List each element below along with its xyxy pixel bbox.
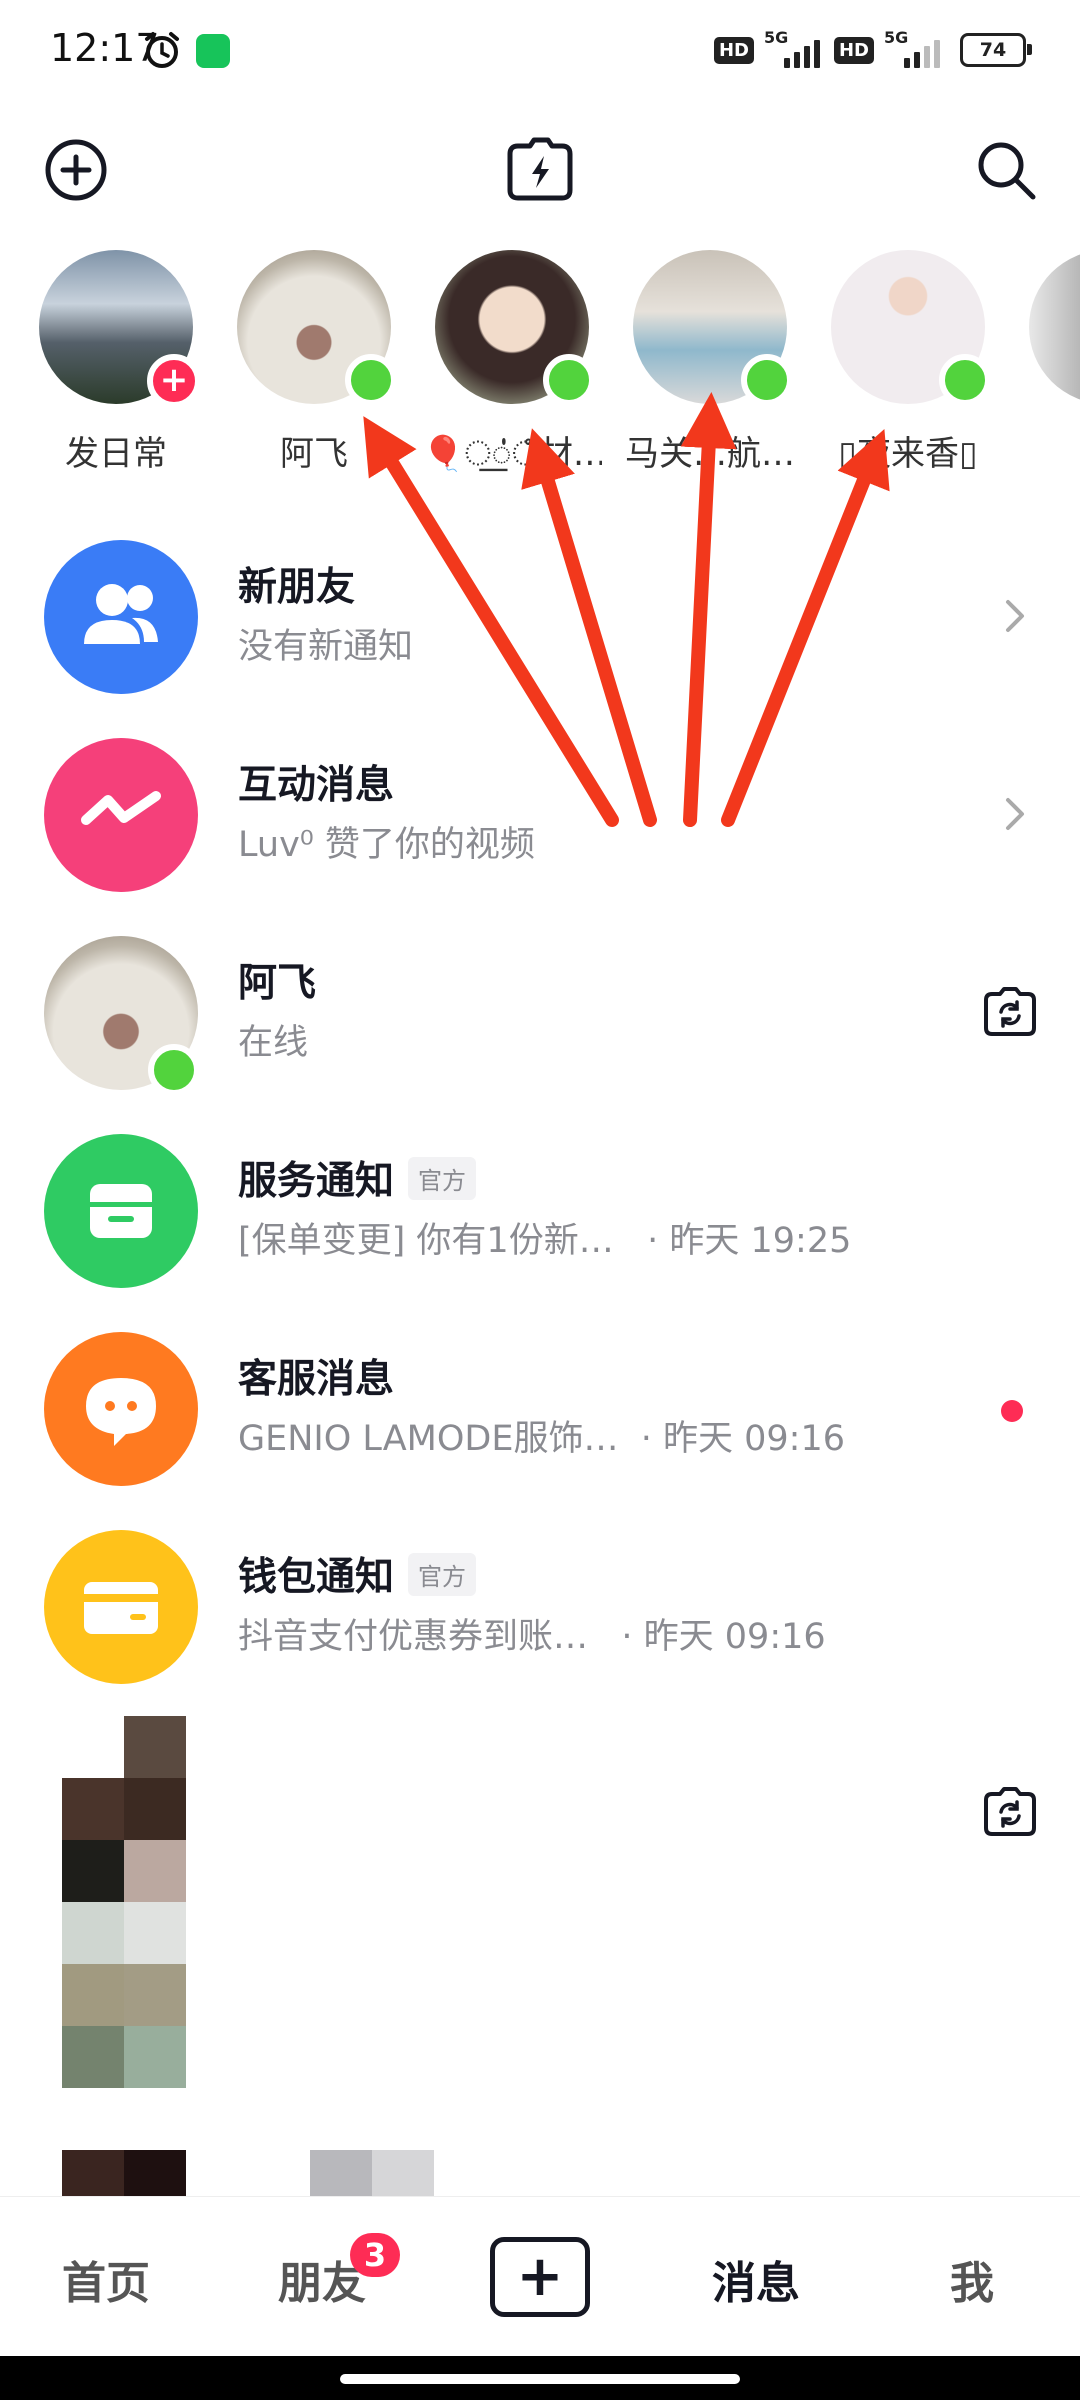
battery-icon: 74 bbox=[960, 33, 1032, 67]
list-item[interactable]: 阿飞 在线 bbox=[0, 914, 1080, 1112]
interaction-icon bbox=[44, 738, 198, 892]
story-name: 泪 bbox=[1016, 426, 1080, 475]
stories-row: + 发日常 阿飞 🎈ൎ꯭ഀ材… 马关…航… ▯夜来香▯ bbox=[0, 250, 1080, 490]
flash-camera-icon bbox=[507, 137, 573, 201]
hd-icon: HD bbox=[713, 36, 754, 64]
list-title: 服务通知 官方 bbox=[238, 1150, 477, 1206]
list-title: 互动消息 bbox=[238, 763, 395, 808]
pixelated-avatar bbox=[62, 1716, 186, 2100]
unread-dot bbox=[1001, 1400, 1023, 1422]
inbox-icon bbox=[44, 1134, 198, 1288]
tab-home[interactable]: 首页 bbox=[62, 2247, 150, 2311]
story-item[interactable]: 🎈ൎ꯭ഀ材… bbox=[422, 250, 602, 476]
status-bar: 12:17 HD 5G HD 5G 74 bbox=[0, 0, 1080, 100]
list-item[interactable]: 新朋友 没有新通知 bbox=[0, 518, 1080, 716]
story-item[interactable]: + 发日常 bbox=[26, 250, 206, 475]
list-title: 客服消息 bbox=[238, 1357, 395, 1402]
story-item[interactable]: 泪 bbox=[1016, 250, 1080, 475]
avatar-partial bbox=[1029, 250, 1080, 404]
camera-icon[interactable] bbox=[980, 1782, 1040, 1842]
card-icon bbox=[44, 1530, 198, 1684]
search-button[interactable] bbox=[966, 130, 1046, 210]
friends-icon bbox=[44, 540, 198, 694]
add-button[interactable] bbox=[36, 130, 116, 210]
list-title: 新朋友 bbox=[238, 565, 356, 610]
list-subtitle: Luv⁰ 赞了你的视频 bbox=[238, 825, 535, 865]
online-indicator bbox=[543, 354, 595, 406]
list-item[interactable]: 客服消息 GENIO LAMODE服饰… · 昨天 09:16 bbox=[0, 1310, 1080, 1508]
list-subtitle: 没有新通知 bbox=[238, 627, 414, 667]
signal-icon: 5G bbox=[884, 28, 944, 68]
story-item[interactable]: 马关…航… bbox=[620, 250, 800, 475]
official-badge: 官方 bbox=[408, 1156, 477, 1200]
message-time: · 昨天 09:16 bbox=[621, 1617, 826, 1657]
online-indicator bbox=[345, 354, 397, 406]
tab-messages[interactable]: 消息 bbox=[712, 2247, 800, 2311]
chevron-right-icon bbox=[1006, 600, 1024, 632]
list-title: 阿飞 bbox=[238, 961, 317, 1006]
story-item[interactable]: 阿飞 bbox=[224, 250, 404, 475]
post-plus-badge[interactable]: + bbox=[147, 354, 201, 408]
message-time: · 昨天 19:25 bbox=[647, 1221, 852, 1261]
list-subtitle: GENIO LAMODE服饰… · 昨天 09:16 bbox=[238, 1419, 845, 1459]
list-item[interactable] bbox=[0, 1706, 1080, 2106]
alarm-icon bbox=[145, 32, 179, 68]
official-badge: 官方 bbox=[408, 1552, 477, 1596]
list-item[interactable]: 服务通知 官方 [保单变更] 你有1份新… · 昨天 19:25 bbox=[0, 1112, 1080, 1310]
home-indicator[interactable] bbox=[340, 2374, 740, 2384]
flash-button[interactable] bbox=[500, 130, 580, 210]
story-name: 发日常 bbox=[65, 434, 167, 474]
wechat-icon bbox=[196, 34, 230, 68]
list-subtitle: 抖音支付优惠券到账… · 昨天 09:16 bbox=[238, 1617, 826, 1657]
chat-bubble-icon bbox=[44, 1332, 198, 1486]
story-name: ▯夜来香▯ bbox=[838, 434, 978, 474]
bottom-tab-bar: 首页 朋友 3 + 消息 我 bbox=[0, 2196, 1080, 2357]
message-time: · 昨天 09:16 bbox=[640, 1419, 845, 1459]
friends-badge: 3 bbox=[350, 2233, 400, 2277]
status-right: HD 5G HD 5G 74 bbox=[713, 28, 1032, 72]
chevron-right-icon bbox=[1006, 798, 1024, 830]
camera-icon[interactable] bbox=[980, 982, 1040, 1042]
plus-icon: + bbox=[516, 2244, 564, 2309]
create-button[interactable]: + bbox=[490, 2237, 590, 2317]
online-indicator bbox=[148, 1044, 200, 1096]
list-item[interactable]: 互动消息 Luv⁰ 赞了你的视频 bbox=[0, 716, 1080, 914]
list-item[interactable]: 钱包通知 官方 抖音支付优惠券到账… · 昨天 09:16 bbox=[0, 1508, 1080, 1706]
list-subtitle: [保单变更] 你有1份新… · 昨天 19:25 bbox=[238, 1221, 852, 1261]
story-name: 马关…航… bbox=[625, 434, 795, 474]
online-indicator bbox=[939, 354, 991, 406]
list-title: 钱包通知 官方 bbox=[238, 1546, 477, 1602]
search-icon bbox=[978, 142, 1036, 200]
story-name: 阿飞 bbox=[280, 434, 348, 474]
signal-icon: 5G bbox=[764, 28, 824, 68]
hd-icon: HD bbox=[833, 36, 874, 64]
story-name: 🎈ൎ꯭ഀ材… bbox=[422, 434, 602, 474]
add-circle-icon bbox=[45, 139, 107, 201]
story-item[interactable]: ▯夜来香▯ bbox=[818, 250, 998, 475]
list-subtitle: 在线 bbox=[238, 1023, 309, 1063]
tab-me[interactable]: 我 bbox=[950, 2247, 994, 2311]
online-indicator bbox=[741, 354, 793, 406]
gesture-bar bbox=[0, 2356, 1080, 2400]
